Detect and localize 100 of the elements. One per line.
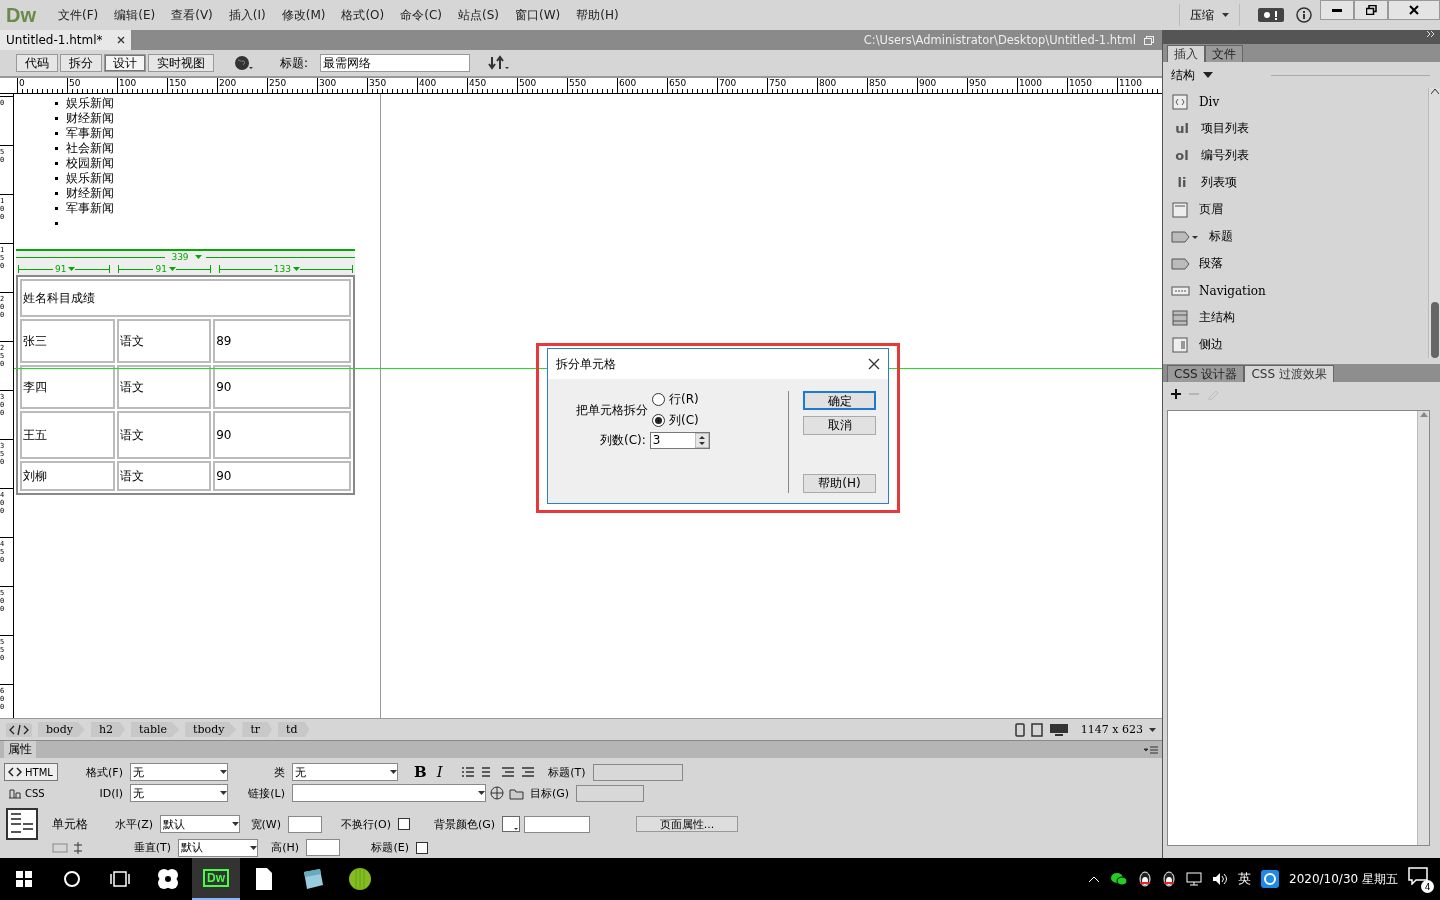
chat-icon[interactable]: [1110, 872, 1128, 886]
height-field[interactable]: [306, 839, 340, 857]
menu-item[interactable]: 站点(S): [450, 6, 507, 24]
tag-selector[interactable]: table: [131, 722, 180, 737]
scrollbar-thumb[interactable]: [1430, 302, 1439, 358]
menu-item[interactable]: 命令(C): [392, 6, 450, 24]
window-size[interactable]: 1147 x 623: [1080, 723, 1143, 736]
tag-selector[interactable]: h2: [90, 722, 125, 737]
insert-item[interactable]: li 列表项: [1163, 169, 1428, 196]
panel-tab[interactable]: CSS 设计器: [1167, 365, 1245, 382]
caret-icon[interactable]: [1203, 72, 1213, 78]
menu-item[interactable]: 修改(M): [273, 6, 334, 24]
menu-item[interactable]: 格式(O): [333, 6, 393, 24]
add-icon[interactable]: [1171, 389, 1181, 399]
view-tab[interactable]: 拆分: [60, 54, 102, 72]
view-tab[interactable]: 设计: [104, 54, 146, 72]
background-color-field[interactable]: [524, 815, 590, 833]
radio-button[interactable]: [652, 414, 665, 427]
menu-item[interactable]: 查看(V): [163, 6, 221, 24]
insert-item[interactable]: 页眉: [1163, 196, 1428, 223]
view-tab[interactable]: 代码: [16, 54, 58, 72]
caret-icon: [390, 770, 397, 775]
insert-item[interactable]: 标题: [1163, 223, 1428, 250]
tag-selector[interactable]: body: [38, 722, 85, 737]
notification-button[interactable]: 4: [1408, 867, 1432, 891]
phone-icon[interactable]: [1014, 722, 1025, 737]
network-icon[interactable]: [1186, 872, 1202, 886]
dialog-button[interactable]: 帮助(H): [803, 474, 876, 493]
panel-tab[interactable]: 插入: [1167, 45, 1205, 62]
menu-item[interactable]: 编辑(E): [106, 6, 164, 24]
vertical-select[interactable]: 默认: [178, 838, 258, 857]
document-tab[interactable]: Untitled-1.html*: [0, 30, 131, 50]
tag-selector[interactable]: tr: [242, 722, 273, 737]
taskbar-date[interactable]: 2020/10/30 星期五: [1289, 870, 1398, 888]
tray-expand-icon[interactable]: [1088, 875, 1100, 883]
italic-button[interactable]: I: [436, 763, 443, 782]
insert-item[interactable]: Div: [1163, 88, 1428, 115]
tag-selector[interactable]: td: [278, 722, 310, 737]
html-mode-button[interactable]: HTML: [4, 763, 58, 782]
horizontal-select[interactable]: 默认: [160, 815, 240, 834]
link-field[interactable]: [292, 784, 486, 802]
expand-icon[interactable]: [1426, 30, 1436, 38]
volume-icon[interactable]: [1212, 872, 1228, 886]
sort-icon[interactable]: [488, 55, 511, 71]
id-select[interactable]: 无: [130, 784, 228, 802]
input-method[interactable]: 英: [1238, 870, 1251, 888]
title-field[interactable]: 最需网络: [320, 54, 471, 72]
close-icon[interactable]: [868, 358, 880, 370]
tablet-icon[interactable]: [1030, 722, 1043, 737]
category-select[interactable]: 结构: [1171, 66, 1195, 84]
color-swatch[interactable]: [502, 816, 520, 833]
format-select[interactable]: 无: [130, 763, 228, 782]
insert-item[interactable]: 段落: [1163, 250, 1428, 277]
view-tab[interactable]: 实时视图: [148, 54, 214, 72]
insert-item[interactable]: 侧边: [1163, 331, 1428, 358]
class-select[interactable]: 无: [292, 763, 398, 782]
header-icon: [1171, 201, 1191, 218]
panel-tab[interactable]: 文件: [1205, 45, 1243, 62]
panel-tab[interactable]: CSS 过渡效果: [1244, 365, 1334, 382]
menu-item[interactable]: 帮助(H): [568, 6, 627, 24]
width-field[interactable]: [288, 815, 322, 833]
list-item: 财经新闻: [66, 186, 114, 201]
dialog-button[interactable]: 确定: [803, 391, 876, 410]
gear-alert-icon[interactable]: [1258, 8, 1284, 22]
restore-icon[interactable]: [1144, 35, 1154, 45]
page-properties-button[interactable]: 页面属性...: [636, 816, 738, 833]
insert-item[interactable]: Navigation: [1163, 277, 1428, 304]
css-mode-button[interactable]: CSS: [4, 784, 58, 802]
workspace-switcher[interactable]: 压缩: [1179, 4, 1240, 26]
taskbar-app[interactable]: Dw: [192, 858, 240, 900]
penguin-icon[interactable]: [1162, 871, 1176, 887]
list-item: 校园新闻: [66, 156, 114, 171]
globe-icon[interactable]: [234, 55, 254, 71]
nowrap-checkbox[interactable]: [398, 818, 410, 831]
header-checkbox[interactable]: [416, 841, 428, 854]
tag-selector[interactable]: tbody: [185, 722, 237, 737]
count-field[interactable]: 3: [649, 432, 710, 449]
spinner-icon[interactable]: [694, 433, 709, 448]
minimize-button[interactable]: [1320, 0, 1354, 20]
code-icon[interactable]: [6, 722, 32, 737]
insert-item[interactable]: ol 编号列表: [1163, 142, 1428, 169]
insert-item[interactable]: 主结构: [1163, 304, 1428, 331]
insert-item[interactable]: ul 项目列表: [1163, 115, 1428, 142]
menu-item[interactable]: 文件(F): [50, 6, 107, 24]
restore-button[interactable]: [1354, 0, 1388, 20]
dialog-button[interactable]: 取消: [803, 416, 876, 435]
scroll-up-icon[interactable]: [1430, 88, 1439, 94]
properties-tab[interactable]: 属性: [4, 741, 36, 758]
close-button[interactable]: [1388, 0, 1440, 20]
info-icon[interactable]: [1296, 7, 1312, 23]
app-tray-icon[interactable]: [1261, 870, 1279, 888]
menu-item[interactable]: 插入(I): [220, 6, 274, 24]
close-icon[interactable]: [116, 36, 125, 44]
panel-menu-icon[interactable]: [1144, 745, 1158, 754]
bold-button[interactable]: B: [414, 763, 427, 782]
monitor-icon[interactable]: [1048, 722, 1069, 737]
menu-item[interactable]: 窗口(W): [506, 6, 569, 24]
penguin-icon[interactable]: [1138, 871, 1152, 887]
radio-button[interactable]: [652, 393, 665, 406]
link-target-icons[interactable]: [490, 786, 524, 800]
